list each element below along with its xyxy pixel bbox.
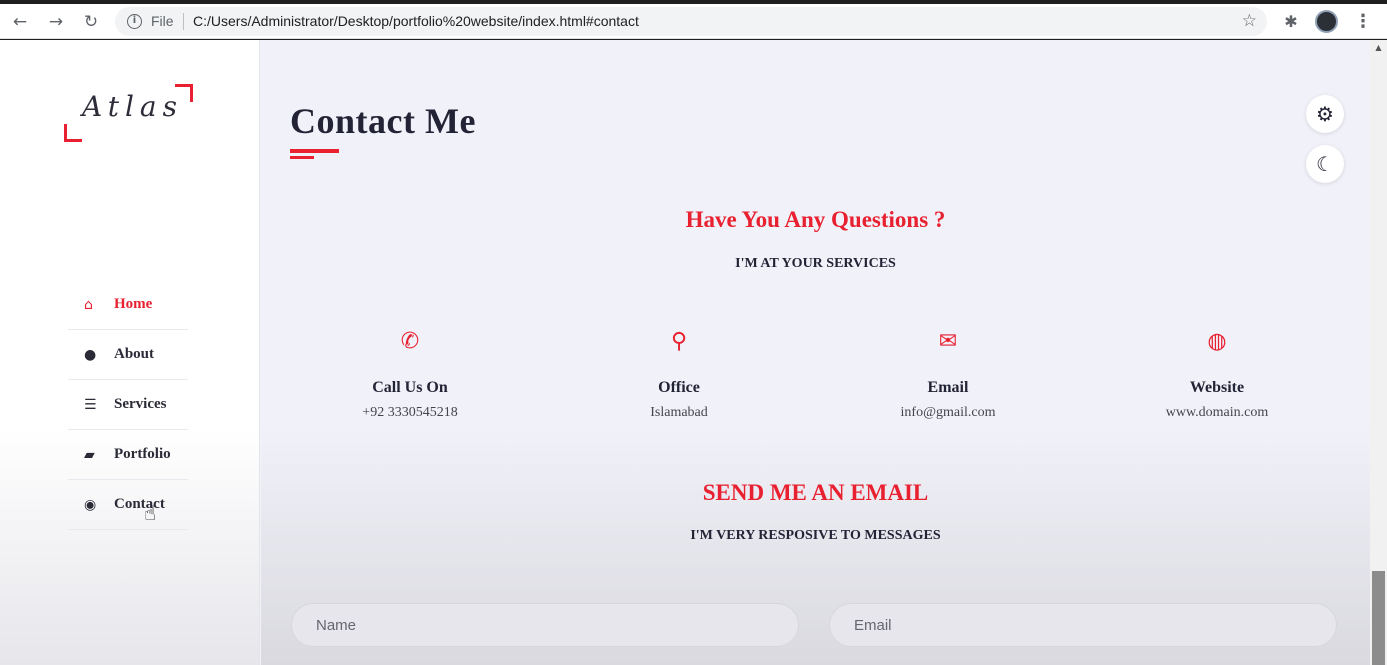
hand-cursor-icon: ☝ [144, 501, 157, 525]
phone-icon: ✆ [400, 329, 420, 354]
sidebar-item-label: Portfolio [114, 446, 171, 462]
list-icon: ☰ [84, 396, 97, 413]
contact-card-email: ✉ Email info@gmail.com [828, 325, 1068, 421]
extensions-puzzle-icon[interactable]: ✱ [1281, 12, 1301, 32]
contact-card-website: ◍ Website www.domain.com [1097, 325, 1337, 421]
browser-toolbar: ← → ↻ i File C:/Users/Administrator/Desk… [0, 4, 1387, 39]
page-scrollbar[interactable]: ▲ [1370, 40, 1387, 665]
contact-card-office: ⚲ Office Islamabad [559, 325, 799, 421]
send-email-heading: SEND ME AN EMAIL [702, 480, 929, 505]
title-underline-short [290, 156, 314, 159]
logo-corner-bottom-left [64, 124, 82, 142]
sidebar: Atlas ⌂ Home ● About ☰ Services ▰ Portfo… [0, 40, 260, 665]
contact-value: info@gmail.com [900, 405, 996, 420]
contact-title: Call Us On [372, 379, 448, 396]
scroll-up-arrow-icon[interactable]: ▲ [1370, 40, 1387, 55]
sidebar-item-contact[interactable]: ◉ Contact ☝ [68, 480, 188, 530]
info-icon[interactable]: i [127, 14, 142, 29]
home-icon: ⌂ [84, 296, 93, 313]
contact-card-phone: ✆ Call Us On +92 3330545218 [290, 325, 530, 421]
contact-value: +92 3330545218 [362, 405, 458, 420]
contact-title: Website [1189, 379, 1245, 396]
sidebar-item-home[interactable]: ⌂ Home [68, 280, 188, 330]
title-underline [290, 149, 339, 153]
contact-title: Email [927, 379, 969, 396]
globe-icon: ◍ [1207, 329, 1227, 354]
email-input[interactable] [829, 603, 1337, 647]
address-bar[interactable]: i File C:/Users/Administrator/Desktop/po… [115, 7, 1267, 36]
settings-button[interactable]: ⚙ [1306, 95, 1344, 133]
theme-toggle-button[interactable]: ☾ [1306, 145, 1344, 183]
sidebar-item-about[interactable]: ● About [68, 330, 188, 380]
contact-value: www.domain.com [1165, 405, 1269, 420]
bookmark-star-icon[interactable]: ☆ [1242, 11, 1257, 31]
main-content: Contact Me ⚙ ☾ Have You Any Questions ? … [261, 40, 1370, 665]
gear-icon: ⚙ [1316, 102, 1334, 126]
profile-avatar[interactable] [1315, 10, 1338, 33]
forward-icon[interactable]: → [44, 10, 68, 34]
contact-title: Office [658, 379, 700, 396]
sidebar-item-label: Home [114, 296, 153, 312]
name-input[interactable] [291, 603, 799, 647]
sidebar-item-portfolio[interactable]: ▰ Portfolio [68, 430, 188, 480]
questions-subheading: I'M AT YOUR SERVICES [735, 256, 896, 271]
send-email-subheading: I'M VERY RESPOSIVE TO MESSAGES [690, 528, 941, 543]
envelope-icon: ✉ [938, 329, 958, 354]
logo[interactable]: Atlas [62, 82, 196, 142]
questions-heading: Have You Any Questions ? [685, 207, 946, 232]
briefcase-icon: ▰ [84, 446, 95, 463]
url-text[interactable]: C:/Users/Administrator/Desktop/portfolio… [193, 12, 639, 31]
user-icon: ● [84, 346, 97, 363]
scroll-thumb[interactable] [1372, 571, 1385, 665]
page-viewport: Atlas ⌂ Home ● About ☰ Services ▰ Portfo… [0, 40, 1370, 665]
sidebar-item-label: About [114, 346, 155, 362]
location-icon: ⚲ [670, 329, 688, 354]
browser-menu-icon[interactable]: ⋮ [1354, 11, 1372, 33]
sidebar-item-label: Services [114, 396, 167, 412]
file-label: File [151, 13, 174, 29]
logo-text: Atlas [82, 90, 183, 123]
sidebar-item-services[interactable]: ☰ Services [68, 380, 188, 430]
omnibox-divider [183, 13, 184, 30]
contact-value: Islamabad [650, 405, 708, 420]
sidebar-nav: ⌂ Home ● About ☰ Services ▰ Portfolio ◉ … [68, 280, 188, 530]
reload-icon[interactable]: ↻ [79, 10, 103, 34]
page-title: Contact Me [290, 101, 476, 141]
comments-icon: ◉ [84, 496, 97, 513]
moon-icon: ☾ [1316, 152, 1334, 176]
sidebar-item-label: Contact [114, 496, 165, 512]
back-icon[interactable]: ← [8, 10, 32, 34]
